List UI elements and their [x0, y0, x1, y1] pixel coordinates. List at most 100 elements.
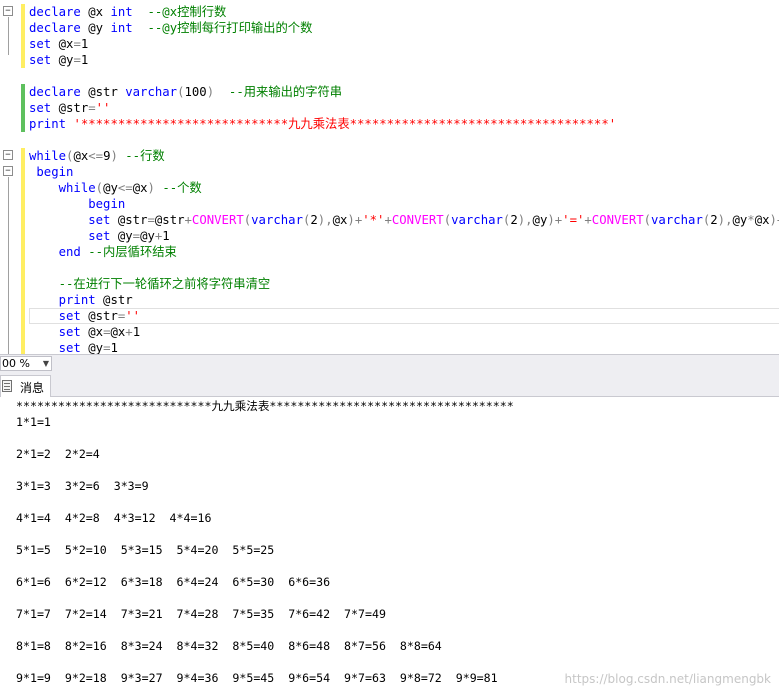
- code-token: @y: [80, 341, 104, 354]
- code-token: @str: [80, 85, 126, 99]
- code-line[interactable]: while(@y<=@x) --个数: [29, 180, 779, 196]
- code-token: 100: [184, 85, 207, 99]
- code-line[interactable]: declare @y int --@y控制每行打印输出的个数: [29, 20, 779, 36]
- code-token: declare: [29, 5, 81, 19]
- code-token: @str: [110, 213, 148, 227]
- messages-icon: [2, 380, 12, 392]
- code-line[interactable]: set @str='': [29, 100, 779, 116]
- messages-pane[interactable]: https://blog.csdn.net/liangmengbk ******…: [0, 397, 779, 697]
- message-line: 7*1=7 7*2=14 7*3=21 7*4=28 7*5=35 7*6=42…: [16, 607, 386, 621]
- change-indicator: [21, 148, 25, 354]
- code-token: 2: [310, 213, 318, 227]
- code-token: @y: [103, 181, 118, 195]
- code-token: )+: [547, 213, 563, 227]
- code-line[interactable]: while(@x<=9) --行数: [29, 148, 779, 164]
- message-line: 4*1=4 4*2=8 4*3=12 4*4=16: [16, 511, 212, 525]
- code-token: set: [88, 213, 111, 227]
- code-token: int: [110, 21, 133, 35]
- code-token: ),: [717, 213, 733, 227]
- message-line: 8*1=8 8*2=16 8*3=24 8*4=32 8*5=40 8*6=48…: [16, 639, 442, 653]
- code-token: @str: [154, 213, 185, 227]
- code-token: ): [206, 85, 215, 99]
- code-line[interactable]: end --内层循环结束: [29, 244, 779, 260]
- code-token: --用来输出的字符串: [228, 85, 343, 99]
- code-line[interactable]: print '****************************九九乘法表…: [29, 116, 779, 132]
- zoom-value: 00 %: [2, 357, 30, 370]
- code-line[interactable]: [29, 260, 779, 276]
- code-line[interactable]: set @y=1: [29, 52, 779, 68]
- code-line[interactable]: begin: [29, 196, 779, 212]
- code-token: print: [58, 293, 96, 307]
- code-line[interactable]: set @y=1: [29, 340, 779, 354]
- code-token: @x: [51, 37, 74, 51]
- code-token: declare: [29, 21, 81, 35]
- fold-guide: [8, 177, 9, 354]
- code-token: )+: [769, 213, 779, 227]
- watermark: https://blog.csdn.net/liangmengbk: [564, 672, 771, 686]
- code-token: set: [29, 37, 52, 51]
- code-token: @x: [754, 213, 770, 227]
- code-token: ),: [517, 213, 533, 227]
- code-token: @y: [80, 21, 111, 35]
- code-token: @x: [73, 149, 89, 163]
- code-token: @x: [80, 325, 104, 339]
- code-token: '': [95, 101, 111, 115]
- code-token: --内层循环结束: [88, 245, 177, 259]
- code-token: +: [584, 213, 592, 227]
- chevron-down-icon[interactable]: ▼: [43, 357, 49, 370]
- code-token: )+: [347, 213, 363, 227]
- code-token: ): [147, 181, 155, 195]
- code-token: @x: [110, 325, 126, 339]
- code-token: set: [29, 101, 52, 115]
- code-token: @y: [110, 229, 133, 243]
- code-token: @y: [732, 213, 748, 227]
- collapse-icon[interactable]: −: [3, 166, 13, 176]
- code-token: print: [29, 117, 67, 131]
- code-line[interactable]: declare @str varchar(100) --用来输出的字符串: [29, 84, 779, 100]
- code-token: 1: [162, 229, 170, 243]
- code-token: @x: [132, 181, 148, 195]
- code-token: @x: [332, 213, 348, 227]
- tab-messages[interactable]: 消息: [0, 375, 51, 397]
- code-token: --个数: [162, 181, 202, 195]
- code-line[interactable]: begin: [29, 164, 779, 180]
- code-token: varchar: [451, 213, 503, 227]
- code-token: --@y控制每行打印输出的个数: [147, 21, 313, 35]
- code-line[interactable]: --在进行下一轮循环之前将字符串清空: [29, 276, 779, 292]
- code-token: set: [58, 309, 81, 323]
- tab-messages-label: 消息: [20, 381, 45, 395]
- message-line: 6*1=6 6*2=12 6*3=18 6*4=24 6*5=30 6*6=36: [16, 575, 331, 589]
- code-line[interactable]: set @str=@str+CONVERT(varchar(2),@x)+'*'…: [29, 212, 779, 228]
- code-line[interactable]: set @y=@y+1: [29, 228, 779, 244]
- code-line[interactable]: declare @x int --@x控制行数: [29, 4, 779, 20]
- code-token: <=: [88, 149, 104, 163]
- collapse-icon[interactable]: −: [3, 6, 13, 16]
- code-token: (: [95, 181, 104, 195]
- code-token: 1: [110, 341, 118, 354]
- code-token: @y: [51, 53, 74, 67]
- zoom-select[interactable]: 00 % ▼: [0, 356, 52, 371]
- code-token: --行数: [125, 149, 165, 163]
- editor-status-bar: 00 % ▼: [0, 354, 779, 372]
- code-line[interactable]: [29, 132, 779, 148]
- code-line[interactable]: set @str='': [29, 308, 779, 324]
- collapse-icon[interactable]: −: [3, 150, 13, 160]
- code-token: CONVERT: [591, 213, 644, 227]
- code-token: set: [58, 341, 81, 354]
- code-line[interactable]: [29, 68, 779, 84]
- code-line[interactable]: set @x=1: [29, 36, 779, 52]
- code-token: --@x控制行数: [147, 5, 227, 19]
- code-line[interactable]: print @str: [29, 292, 779, 308]
- code-token: =: [132, 229, 141, 243]
- message-line: 3*1=3 3*2=6 3*3=9: [16, 479, 149, 493]
- code-area[interactable]: declare @x int --@x控制行数 declare @y int --…: [29, 4, 779, 354]
- code-token: set: [29, 53, 52, 67]
- editor-gutter: − − −: [0, 0, 28, 354]
- query-editor[interactable]: − − − declare @x int --@x控制行数 declare @y …: [0, 0, 779, 354]
- code-line[interactable]: set @x=@x+1: [29, 324, 779, 340]
